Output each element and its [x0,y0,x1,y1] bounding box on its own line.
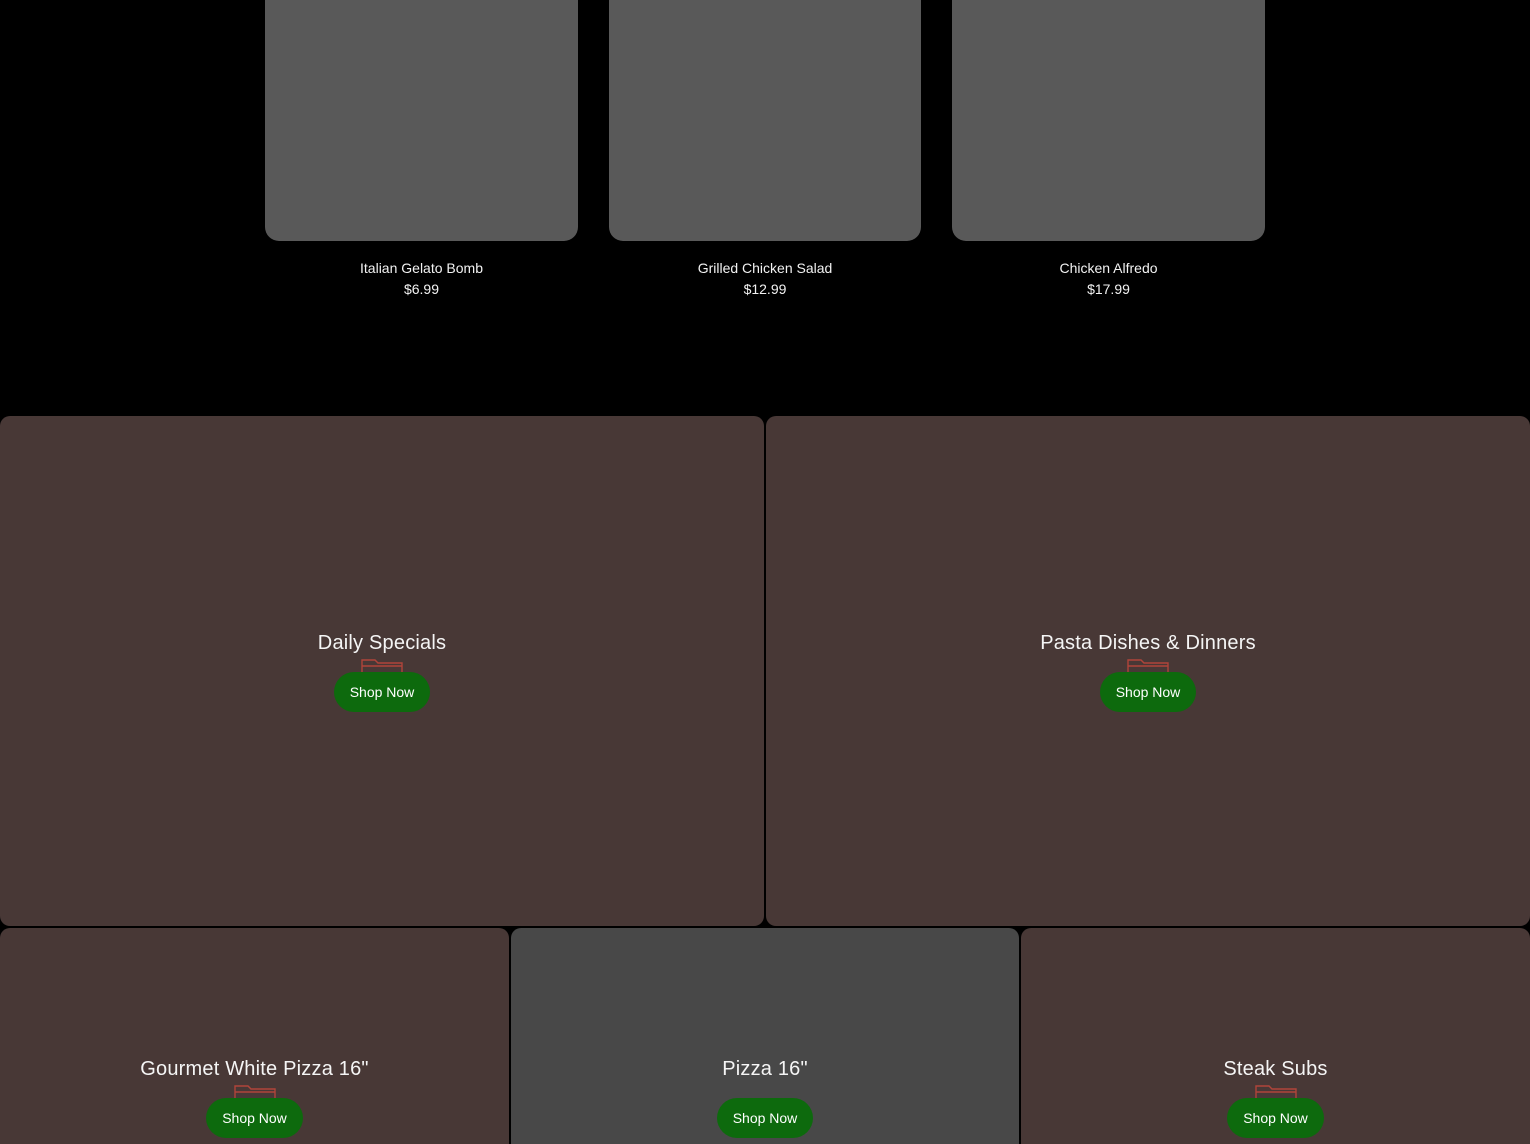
category-tile-pasta-dishes[interactable]: Pasta Dishes & Dinners Shop Now [766,416,1530,926]
product-image[interactable] [952,0,1265,241]
product-price: $12.99 [743,281,787,297]
shop-now-button[interactable]: Shop Now [716,1098,814,1138]
category-title: Pizza 16" [722,1058,808,1080]
product-card[interactable]: Chicken Alfredo $17.99 [952,0,1265,297]
product-image[interactable] [609,0,921,241]
category-title: Daily Specials [317,632,447,654]
category-tile-pizza-16[interactable]: Pizza 16" Shop Now [511,928,1019,1144]
product-row: Italian Gelato Bomb $6.99 Grilled Chicke… [0,0,1530,330]
shop-now-button[interactable]: Shop Now [1227,1098,1324,1138]
category-tile-gourmet-white-pizza[interactable]: Gourmet White Pizza 16" Shop Now [0,928,509,1144]
tile-content: Pizza 16" Shop Now [511,1057,1019,1138]
category-tile-steak-subs[interactable]: Steak Subs Shop Now [1021,928,1530,1144]
tile-content: Gourmet White Pizza 16" Shop Now [0,1057,509,1138]
product-name[interactable]: Chicken Alfredo [952,260,1265,276]
page: Italian Gelato Bomb $6.99 Grilled Chicke… [0,0,1530,1144]
shop-now-button[interactable]: Shop Now [1099,672,1197,712]
product-name[interactable]: Italian Gelato Bomb [265,260,578,276]
category-title: Gourmet White Pizza 16" [140,1058,369,1080]
product-card[interactable]: Grilled Chicken Salad $12.99 [609,0,921,297]
product-name[interactable]: Grilled Chicken Salad [609,260,921,276]
product-image[interactable] [265,0,578,241]
category-tile-daily-specials[interactable]: Daily Specials Shop Now [0,416,764,926]
shop-now-button[interactable]: Shop Now [206,1098,303,1138]
product-card[interactable]: Italian Gelato Bomb $6.99 [265,0,578,297]
category-title: Pasta Dishes & Dinners [1040,632,1256,654]
category-title: Steak Subs [1223,1058,1328,1080]
tile-content: Pasta Dishes & Dinners Shop Now [766,631,1530,712]
tile-content: Daily Specials Shop Now [0,631,764,712]
product-price: $17.99 [1087,281,1130,297]
tile-content: Steak Subs Shop Now [1021,1057,1530,1138]
product-price: $6.99 [403,281,440,297]
shop-now-button[interactable]: Shop Now [333,672,431,712]
